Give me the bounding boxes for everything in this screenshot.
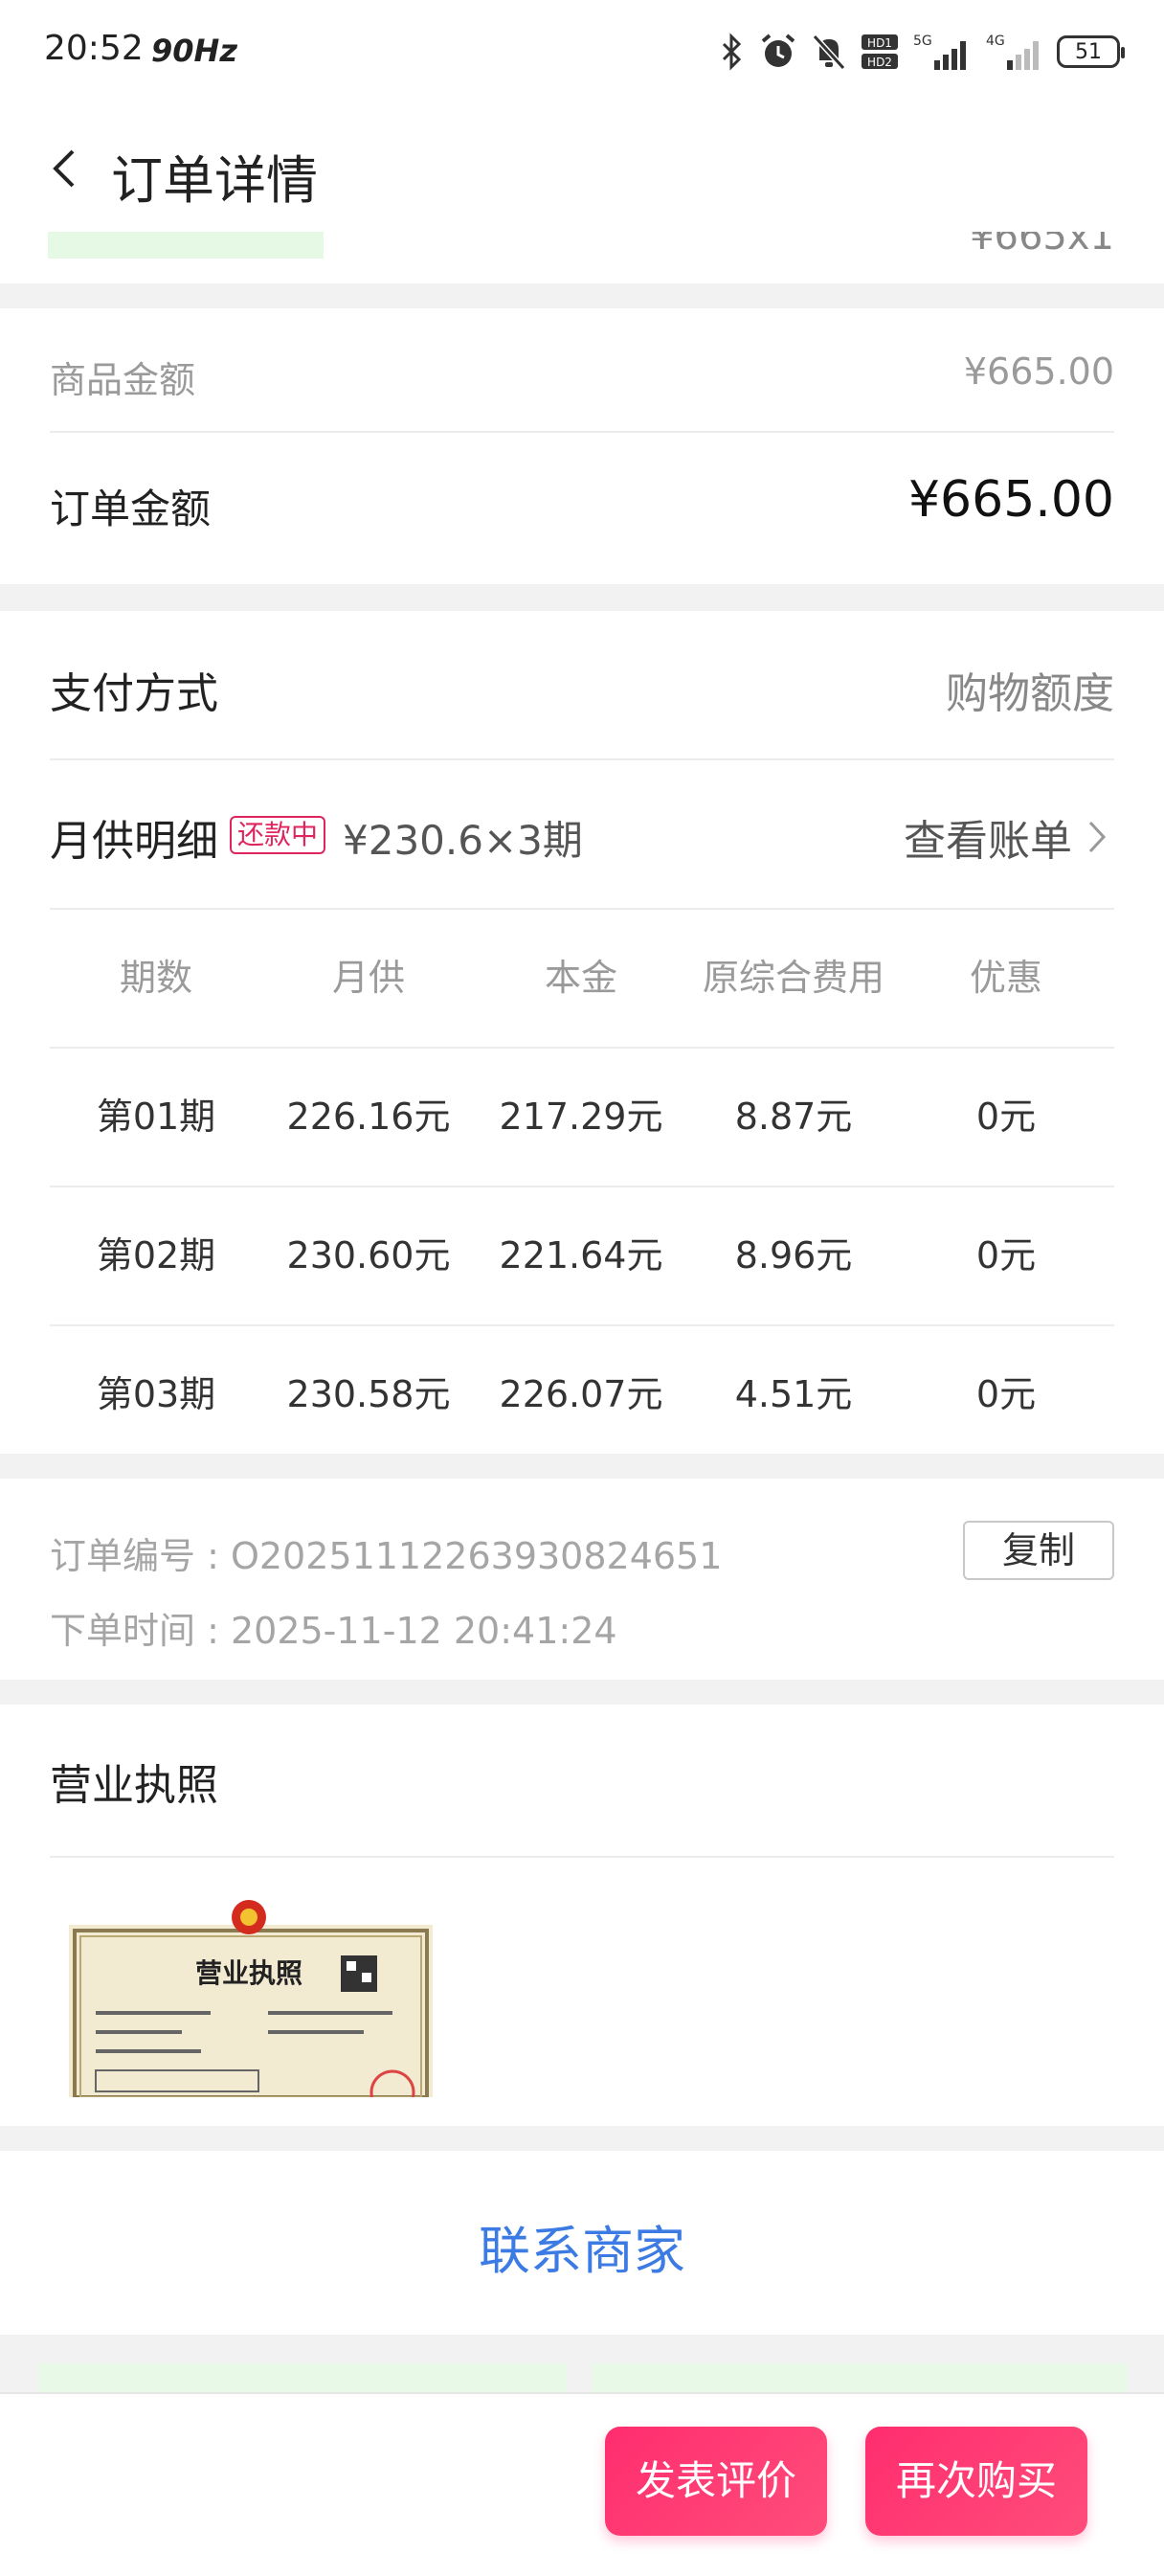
table-header-row: 期数 月供 本金 原综合费用 优惠 (50, 908, 1114, 1047)
table-cell: 0元 (975, 1373, 1037, 1415)
mute-bell-icon (812, 34, 846, 71)
installment-table: 期数 月供 本金 原综合费用 优惠 第01期 226.16元 217.29元 8… (50, 908, 1114, 1463)
table-cell: 226.16元 (286, 1096, 451, 1138)
nav-bar: 订单详情 (0, 105, 1164, 232)
table-cell: 第01期 (96, 1096, 216, 1138)
table-cell: 4.51元 (734, 1373, 853, 1415)
table-cell: 221.64元 (499, 1234, 663, 1277)
business-license-card: 营业执照 营业执照 (0, 1705, 1164, 2126)
table-cell: 230.58元 (286, 1373, 451, 1415)
payment-method-value: 购物额度 (946, 669, 1114, 718)
bottom-action-bar: 发表评价 再次购买 (0, 2392, 1164, 2576)
divider (50, 431, 1114, 433)
status-icons: HD1 HD2 5G 4G 51 (718, 25, 1125, 79)
table-row: 第03期 230.58元 226.07元 4.51元 0元 (50, 1324, 1114, 1463)
table-cell: 8.87元 (734, 1096, 853, 1138)
recommendation-item-partial (592, 2363, 1128, 2392)
hd-icon: HD1HD2 (862, 34, 898, 69)
product-image-partial (48, 232, 324, 259)
column-header: 期数 (119, 957, 192, 999)
table-row: 第01期 226.16元 217.29元 8.87元 0元 (50, 1047, 1114, 1186)
license-heading: 营业执照 (195, 1957, 302, 1989)
copy-button[interactable]: 复制 (963, 1521, 1114, 1580)
back-arrow-icon[interactable] (48, 147, 86, 190)
table-cell: 230.60元 (286, 1234, 451, 1277)
table-cell: 0元 (975, 1234, 1037, 1277)
installment-summary: ¥230.6×3期 (343, 817, 583, 864)
payment-method-label: 支付方式 (50, 669, 218, 718)
svg-text:HD1: HD1 (867, 36, 892, 50)
installment-label: 月供明细 (50, 817, 218, 866)
order-amount-label: 订单金额 (50, 486, 212, 532)
buy-again-button[interactable]: 再次购买 (865, 2427, 1087, 2536)
recommendation-item-partial (38, 2363, 567, 2392)
order-amount-value: ¥665.00 (907, 471, 1114, 529)
table-cell: 226.07元 (499, 1373, 663, 1415)
table-cell: 第03期 (96, 1373, 216, 1415)
status-time: 20:52 (44, 29, 144, 68)
license-title: 营业执照 (50, 1761, 218, 1810)
column-header: 原综合费用 (702, 957, 884, 999)
view-bill-link[interactable]: 查看账单 (904, 806, 1072, 868)
column-header: 本金 (544, 957, 617, 999)
business-license-image[interactable]: 营业执照 (67, 1896, 435, 2097)
order-info-card: 订单编号 : O20251112263930824651 下单时间 : 2025… (0, 1479, 1164, 1680)
payment-card: 支付方式 购物额度 月供明细 还款中 ¥230.6×3期 查看账单 期数 月供 … (0, 611, 1164, 1454)
status-badge: 还款中 (230, 816, 326, 854)
product-item-partial: ¥665x1 (0, 232, 1164, 283)
svg-text:5G: 5G (913, 34, 932, 49)
write-review-button[interactable]: 发表评价 (605, 2427, 827, 2536)
order-time: 下单时间 : 2025-11-12 20:41:24 (50, 1610, 617, 1652)
refresh-rate: 90Hz (151, 33, 237, 69)
goods-amount-value: ¥665.00 (963, 350, 1114, 393)
divider (50, 1856, 1114, 1858)
column-header: 优惠 (969, 957, 1042, 999)
battery-icon: 51 (1057, 35, 1125, 68)
table-cell: 8.96元 (734, 1234, 853, 1277)
signal-4g-icon: 4G (986, 34, 1039, 70)
table-cell: 217.29元 (499, 1096, 663, 1138)
license-document-graphic: 营业执照 (67, 1896, 435, 2097)
table-row: 第02期 230.60元 221.64元 8.96元 0元 (50, 1186, 1114, 1324)
column-header: 月供 (331, 957, 405, 999)
alarm-icon (761, 34, 795, 67)
amount-card: 商品金额 ¥665.00 订单金额 ¥665.00 (0, 308, 1164, 584)
svg-text:4G: 4G (986, 34, 1005, 49)
page-title: 订单详情 (111, 150, 318, 211)
order-number: 订单编号 : O20251112263930824651 (50, 1535, 723, 1577)
product-price-quantity: ¥665x1 (970, 232, 1114, 259)
table-cell: 0元 (975, 1096, 1037, 1138)
bluetooth-icon (722, 33, 742, 71)
status-bar: 20:52 90Hz HD1 HD2 5G 4G 51 (0, 0, 1164, 105)
divider (50, 758, 1114, 760)
battery-level: 51 (1075, 39, 1102, 64)
chevron-right-icon[interactable] (1087, 820, 1107, 854)
svg-text:HD2: HD2 (867, 56, 892, 69)
goods-amount-label: 商品金额 (50, 359, 196, 401)
recommendation-strip (0, 2335, 1164, 2392)
contact-card: 联系商家 (0, 2151, 1164, 2335)
contact-merchant-link[interactable]: 联系商家 (0, 2208, 1164, 2284)
table-cell: 第02期 (96, 1234, 216, 1277)
signal-5g-icon: 5G (913, 34, 966, 70)
